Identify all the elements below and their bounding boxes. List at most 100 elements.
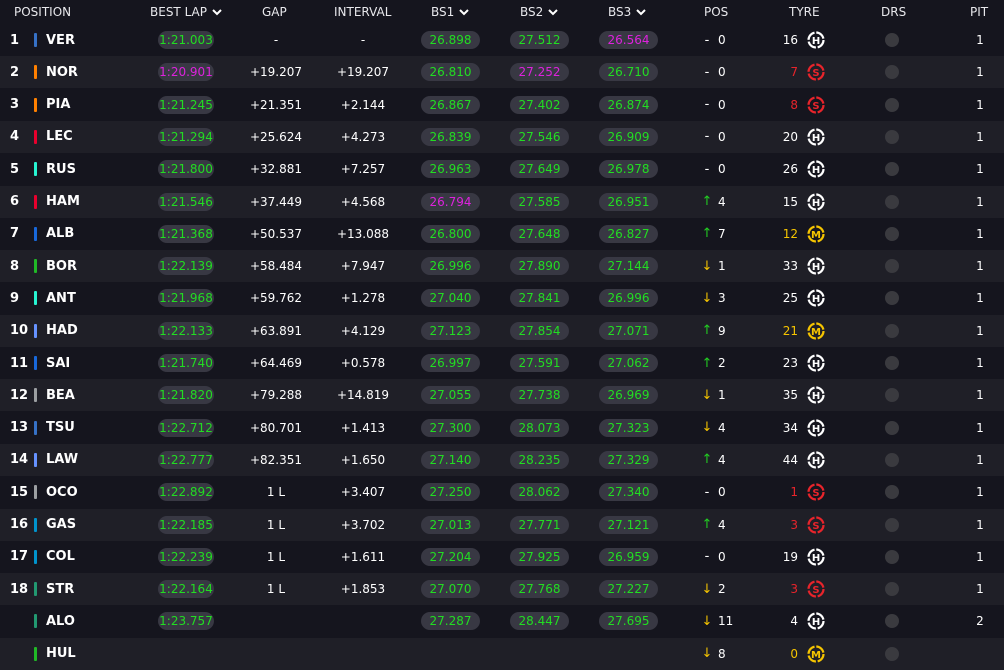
header-bs2[interactable]: BS2 [520,0,559,24]
table-row[interactable]: 13 TSU 1:22.712 +80.701 +1.413 27.300 28… [0,411,1004,444]
chevron-down-icon [212,9,222,16]
position-change-value: 4 [718,517,726,532]
header-bs3[interactable]: BS3 [608,0,647,24]
interval-value: +4.273 [340,129,386,144]
tyre-compound: H [805,153,827,185]
table-row[interactable]: 1 VER 1:21.003 - - 26.898 27.512 26.564 … [0,24,1004,56]
position-number: 11 [10,355,29,371]
drs-indicator [884,186,900,218]
tyre-compound-letter: H [812,359,820,370]
header-interval[interactable]: INTERVAL [334,0,391,24]
drs-dot [885,259,899,274]
drs-dot [885,162,899,177]
driver-code[interactable]: NOR [46,56,96,88]
bs1-pill: 26.794 [421,192,480,211]
team-color-bar [34,194,37,209]
table-row[interactable]: 18 STR 1:22.164 1 L +1.853 27.070 27.768… [0,573,1004,606]
header-best-lap[interactable]: BEST LAP [150,0,223,24]
bs1-cell: 27.300 [421,412,480,444]
best-lap-pill: 1:22.185 [158,515,214,534]
table-row[interactable]: 5 RUS 1:21.800 +32.881 +7.257 26.963 27.… [0,153,1004,186]
position-number: 5 [10,161,20,177]
driver-code[interactable]: ANT [46,282,96,314]
table-row[interactable]: 9 ANT 1:21.968 +59.762 +1.278 27.040 27.… [0,282,1004,315]
bs2-pill: 27.591 [510,354,569,372]
driver-code[interactable]: PIA [46,89,96,121]
header-drs[interactable]: DRS [881,0,906,24]
bs1-pill: 27.123 [421,321,480,340]
gap-value: +82.351 [249,452,303,467]
best-lap-pill: 1:21.245 [158,95,214,114]
table-row[interactable]: 7 ALB 1:21.368 +50.537 +13.088 26.800 27… [0,217,1004,250]
drs-indicator [884,347,900,379]
table-row[interactable]: HUL ↓ 8 0 M [0,637,1004,670]
driver-code[interactable]: LAW [46,444,96,476]
driver-code[interactable]: GAS [46,509,96,541]
table-row[interactable]: 17 COL 1:22.239 1 L +1.611 27.204 27.925… [0,540,1004,573]
header-position[interactable]: POSITION [14,0,71,24]
interval-value: +13.088 [336,226,390,241]
driver-code[interactable]: BOR [46,250,96,282]
pit-count: 1 [976,194,984,209]
tyre-compound: M [805,218,827,250]
table-row[interactable]: ALO 1:23.757 27.287 28.447 27.695 ↓ 11 4… [0,605,1004,638]
table-row[interactable]: 11 SAI 1:21.740 +64.469 +0.578 26.997 27… [0,347,1004,379]
driver-code[interactable]: COL [46,541,96,573]
table-row[interactable]: 12 BEA 1:21.820 +79.288 +14.819 27.055 2… [0,379,1004,412]
bs3-pill: 26.710 [599,63,658,82]
driver-code[interactable]: OCO [46,476,96,508]
table-row[interactable]: 2 NOR 1:20.901 +19.207 +19.207 26.810 27… [0,56,1004,89]
table-row[interactable]: 15 OCO 1:22.892 1 L +3.407 27.250 28.062… [0,476,1004,509]
bs2-pill: 27.252 [510,63,569,82]
best-lap-pill: 1:22.164 [158,580,214,599]
hard-tyre-icon: H [807,289,825,307]
tyre-laps: 3 [790,517,798,532]
interval-value: +1.853 [340,582,386,597]
table-row[interactable]: 16 GAS 1:22.185 1 L +3.702 27.013 27.771… [0,508,1004,541]
header-tyre[interactable]: TYRE [789,0,820,24]
header-bs1[interactable]: BS1 [431,0,470,24]
driver-code[interactable]: VER [46,24,96,56]
bs1-pill: 26.997 [421,354,480,372]
driver-code[interactable]: BEA [46,379,96,411]
driver-code[interactable]: HAD [46,315,96,347]
tyre-laps: 19 [782,549,798,564]
driver-code[interactable]: RUS [46,153,96,185]
table-row[interactable]: 6 HAM 1:21.546 +37.449 +4.568 26.794 27.… [0,185,1004,218]
table-row[interactable]: 4 LEC 1:21.294 +25.624 +4.273 26.839 27.… [0,120,1004,153]
soft-tyre-icon: S [807,580,825,598]
team-color-bar [34,97,37,112]
drs-dot [885,129,899,144]
table-row[interactable]: 8 BOR 1:22.139 +58.484 +7.947 26.996 27.… [0,250,1004,283]
drs-indicator [884,250,900,282]
table-row[interactable]: 14 LAW 1:22.777 +82.351 +1.650 27.140 28… [0,443,1004,476]
driver-code[interactable]: SAI [46,347,96,379]
drs-indicator [884,121,900,153]
bs3-cell: 26.827 [599,218,658,250]
tyre-laps: 25 [782,291,798,306]
driver-code[interactable]: TSU [46,412,96,444]
gap-value: +63.891 [249,323,303,338]
driver-code[interactable]: LEC [46,121,96,153]
header-pos[interactable]: POS [704,0,728,24]
position-number: 10 [10,323,29,339]
position-change: - 0 [700,541,750,573]
table-row[interactable]: 10 HAD 1:22.133 +63.891 +4.129 27.123 27… [0,314,1004,347]
header-gap[interactable]: GAP [262,0,287,24]
tyre-compound: H [805,282,827,314]
tyre-laps: 35 [782,388,798,403]
driver-code[interactable]: HUL [46,638,96,670]
table-row[interactable]: 3 PIA 1:21.245 +21.351 +2.144 26.867 27.… [0,88,1004,121]
driver-code[interactable]: STR [46,573,96,605]
driver-code[interactable]: ALO [46,605,96,637]
bs2-cell: 28.447 [510,605,569,637]
best-lap-pill: 1:22.892 [158,483,214,502]
team-color-bar [34,291,37,306]
header-pit[interactable]: PIT [970,0,988,24]
chevron-down-icon [636,9,646,16]
driver-code[interactable]: HAM [46,186,96,218]
interval-value: +7.257 [340,162,386,177]
driver-code[interactable]: ALB [46,218,96,250]
tyre-compound: H [805,379,827,411]
tyre-laps: 33 [782,259,798,274]
